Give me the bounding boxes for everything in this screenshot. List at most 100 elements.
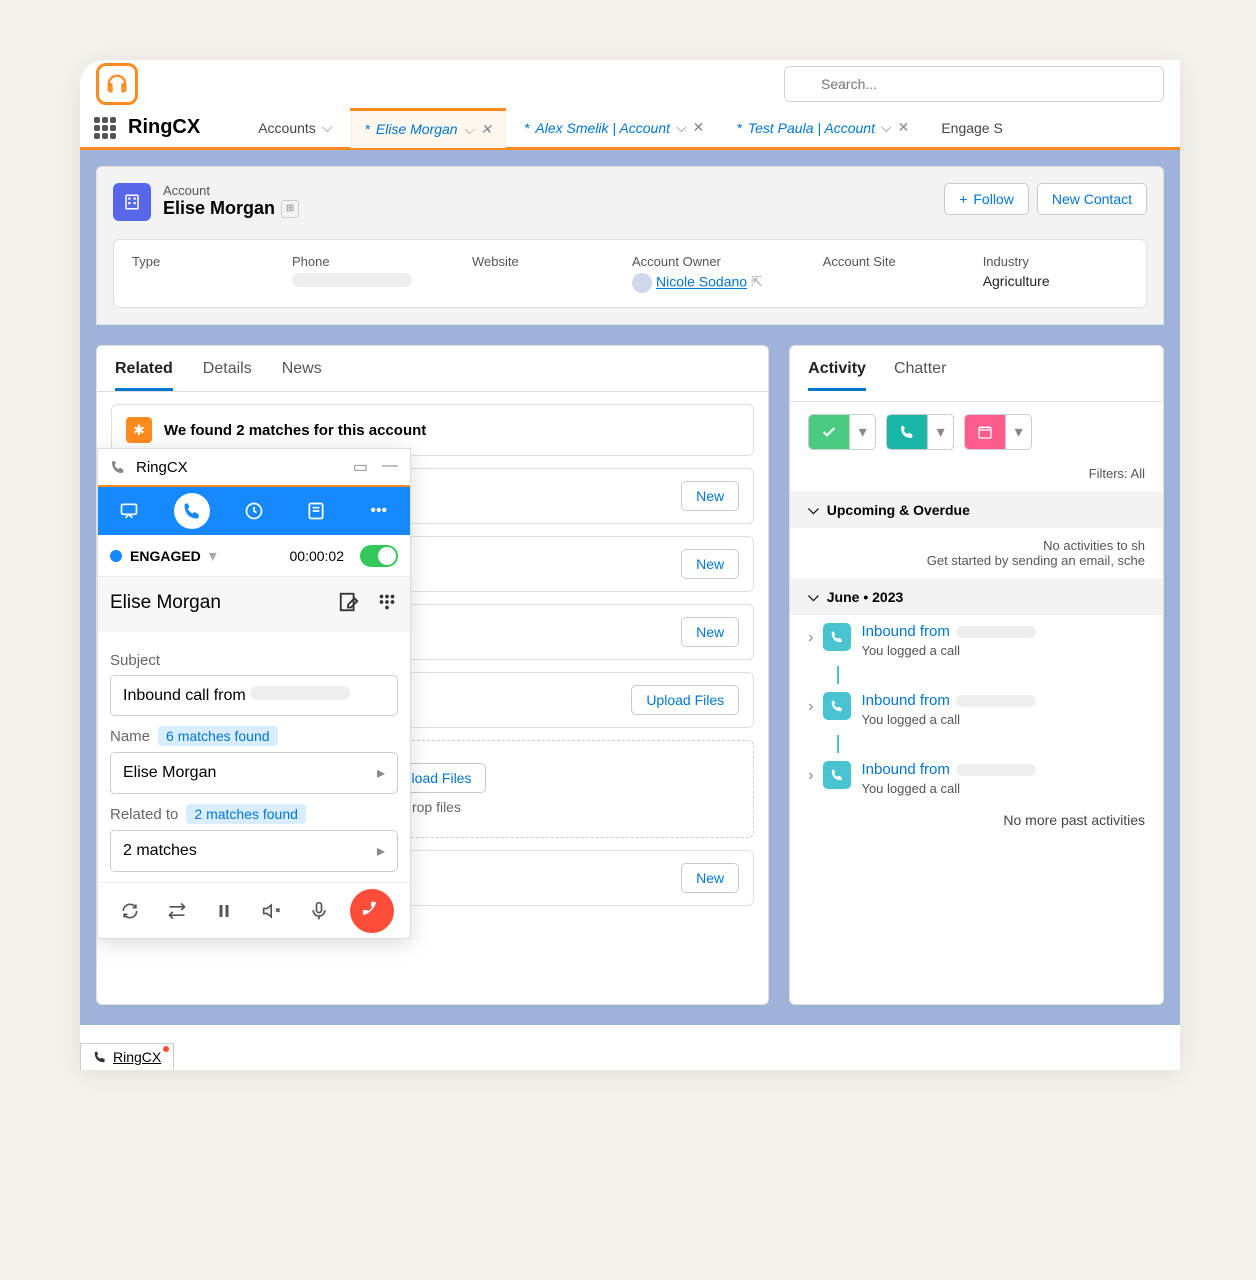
close-icon[interactable]: ✕ (898, 119, 910, 136)
record-name: Elise Morgan (163, 198, 275, 219)
chevron-down-icon[interactable]: ▾ (1005, 415, 1031, 449)
new-contact-button[interactable]: New Contact (1037, 183, 1147, 215)
owner-link[interactable]: Nicole Sodano (656, 274, 747, 290)
close-icon[interactable]: ✕ (480, 121, 492, 138)
new-button[interactable]: New (681, 481, 739, 511)
section-upcoming[interactable]: ⌵Upcoming & Overdue (790, 491, 1163, 528)
subject-input[interactable]: Inbound call from (110, 675, 398, 716)
app-launcher-icon[interactable] (94, 117, 116, 139)
transfer-icon[interactable] (161, 895, 193, 927)
chevron-right-icon[interactable]: › (808, 629, 813, 647)
follow-button[interactable]: + Follow (944, 183, 1029, 215)
nav-tab-alex[interactable]: * Alex Smelik | Account ⌵ ✕ (510, 108, 718, 148)
cti-widget: RingCX ▭ — ••• (97, 448, 411, 939)
more-icon[interactable]: ••• (361, 493, 397, 529)
hierarchy-icon[interactable]: ⊞ (281, 200, 299, 218)
status-text: ENGAGED (130, 548, 201, 564)
close-icon[interactable]: ✕ (693, 119, 705, 136)
cti-header: RingCX ▭ — (98, 449, 410, 487)
chevron-down-icon[interactable]: ⌵ (881, 119, 892, 136)
call-icon[interactable] (174, 493, 210, 529)
new-button[interactable]: New (681, 549, 739, 579)
edit-note-icon[interactable] (338, 591, 360, 618)
mute-speaker-icon[interactable] (256, 895, 288, 927)
app-window: RingCX Accounts ⌵ * Elise Morgan ⌵ ✕ * A… (80, 60, 1180, 1070)
chevron-down-icon[interactable]: ▾ (849, 415, 875, 449)
tl-title[interactable]: Inbound from (861, 692, 949, 709)
chevron-down-icon: ⌵ (808, 588, 819, 605)
record-header: Account Elise Morgan ⊞ + Follow New Cont… (96, 166, 1164, 325)
nav-accounts[interactable]: Accounts ⌵ (244, 108, 346, 148)
chevron-down-icon[interactable]: ⌵ (676, 119, 687, 136)
availability-toggle[interactable] (360, 545, 398, 567)
field-phone-label: Phone (292, 254, 412, 269)
chevron-down-icon[interactable]: ⌵ (464, 121, 475, 138)
task-button-group[interactable]: ▾ (808, 414, 876, 450)
call-timeline-icon (823, 623, 851, 651)
mic-icon[interactable] (303, 895, 335, 927)
share-icon[interactable]: ⇱ (751, 274, 763, 290)
cti-status-row: ENGAGED ▾ 00:00:02 (98, 535, 410, 577)
refresh-icon[interactable] (114, 895, 146, 927)
industry-value: Agriculture (983, 273, 1083, 289)
timeline-item: › Inbound fromYou logged a call (790, 753, 1163, 804)
tab-activity[interactable]: Activity (808, 360, 866, 391)
timeline-connector (837, 735, 839, 753)
app-logo-icon (96, 63, 138, 105)
name-input[interactable]: Elise Morgan ▸ (110, 752, 398, 794)
history-icon[interactable] (236, 493, 272, 529)
directory-icon[interactable] (298, 493, 334, 529)
tl-title[interactable]: Inbound from (861, 761, 949, 778)
related-label: Related to (110, 806, 178, 823)
minimize-icon[interactable]: ▭ (353, 457, 368, 477)
task-icon[interactable] (809, 415, 849, 449)
subject-label: Subject (110, 652, 398, 669)
nav-overflow[interactable]: Engage S (927, 108, 1017, 148)
new-button[interactable]: New (681, 863, 739, 893)
empty-line2: Get started by sending an email, sche (808, 553, 1145, 568)
field-website-label: Website (472, 254, 572, 269)
name-value: Elise Morgan (123, 764, 216, 782)
tab-details[interactable]: Details (203, 360, 252, 391)
filter-row[interactable]: Filters: All (790, 462, 1163, 491)
event-icon[interactable] (965, 415, 1005, 449)
tab-news[interactable]: News (282, 360, 322, 391)
chevron-right-icon[interactable]: › (808, 767, 813, 785)
section-month[interactable]: ⌵June • 2023 (790, 578, 1163, 615)
upload-files-button[interactable]: Upload Files (631, 685, 739, 715)
log-call-icon[interactable] (887, 415, 927, 449)
tl-placeholder (956, 764, 1036, 776)
match-text: We found 2 matches for this account (164, 422, 426, 439)
chevron-right-icon[interactable]: › (808, 698, 813, 716)
search-input[interactable] (784, 66, 1164, 102)
tl-title[interactable]: Inbound from (861, 623, 949, 640)
dialpad-icon[interactable] (376, 591, 398, 618)
upcoming-label: Upcoming & Overdue (827, 502, 970, 518)
tab-related[interactable]: Related (115, 360, 173, 391)
chevron-down-icon[interactable]: ⌵ (322, 119, 333, 136)
field-site-label: Account Site (823, 254, 923, 269)
follow-label: Follow (973, 191, 1013, 207)
collapse-icon[interactable]: — (382, 457, 398, 477)
pause-icon[interactable] (208, 895, 240, 927)
nav-row: RingCX Accounts ⌵ * Elise Morgan ⌵ ✕ * A… (80, 108, 1180, 150)
nav-tab-label: Test Paula | Account (748, 120, 875, 136)
nav-tab-elise[interactable]: * Elise Morgan ⌵ ✕ (350, 108, 506, 148)
dropzone-text: drop files (404, 799, 461, 815)
chevron-down-icon[interactable]: ▾ (209, 546, 217, 566)
new-button[interactable]: New (681, 617, 739, 647)
related-panel: Related Details News ✱ We found 2 matche… (96, 345, 769, 1005)
related-input[interactable]: 2 matches ▸ (110, 830, 398, 872)
tl-placeholder (956, 626, 1036, 638)
call-button-group[interactable]: ▾ (886, 414, 954, 450)
event-button-group[interactable]: ▾ (964, 414, 1032, 450)
hangup-button[interactable] (350, 889, 394, 933)
cti-toolbar: ••• (98, 487, 410, 535)
tab-chatter[interactable]: Chatter (894, 360, 946, 391)
cti-form: Subject Inbound call from Name 6 matches… (98, 632, 410, 882)
chat-icon[interactable] (111, 493, 147, 529)
utility-tab[interactable]: RingCX (80, 1043, 174, 1070)
chevron-down-icon[interactable]: ▾ (927, 415, 953, 449)
nav-tab-paula[interactable]: * Test Paula | Account ⌵ ✕ (722, 108, 923, 148)
name-match-badge: 6 matches found (158, 726, 278, 746)
